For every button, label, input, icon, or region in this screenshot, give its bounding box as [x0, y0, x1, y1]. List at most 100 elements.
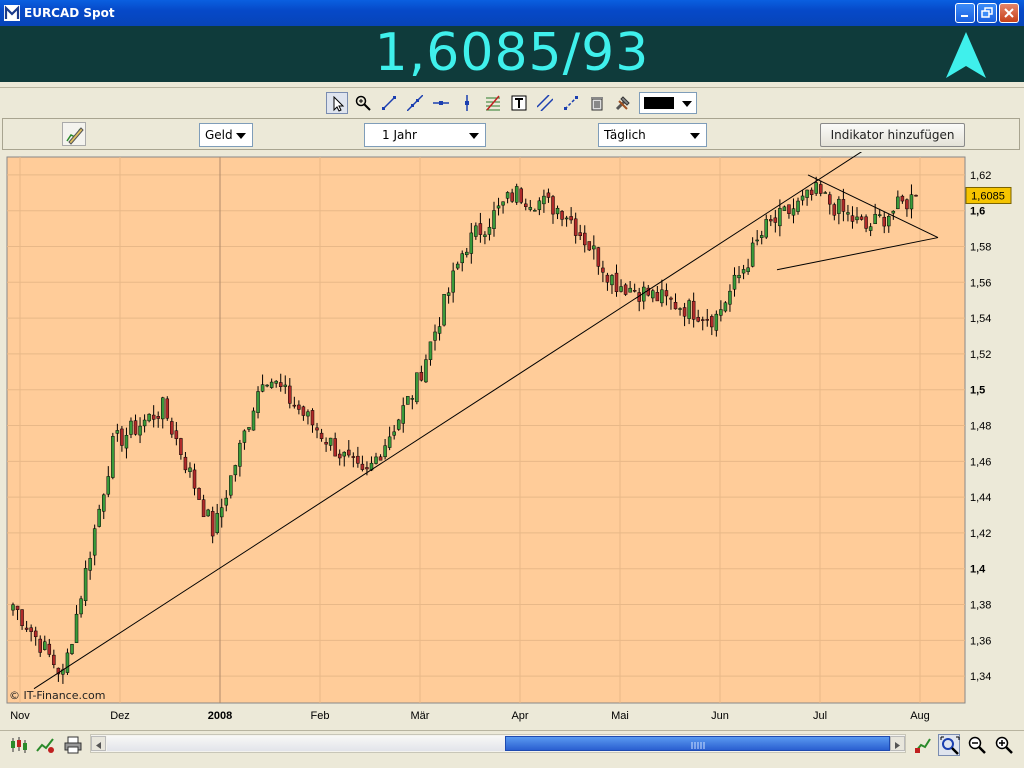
x-tick-label: 2008	[208, 710, 232, 722]
bottom-toolbar	[0, 730, 1024, 768]
candle-body	[433, 331, 437, 341]
candle-body	[891, 210, 896, 214]
horizontal-line-tool[interactable]	[430, 92, 452, 114]
candle-body	[800, 195, 805, 201]
candle-body	[469, 232, 474, 254]
chevron-down-icon	[469, 133, 479, 139]
cursor-tool[interactable]	[326, 92, 348, 114]
candle-body	[83, 568, 88, 601]
candle-body	[719, 309, 723, 316]
candle-body	[533, 210, 537, 212]
candle-body	[805, 189, 809, 198]
minimize-icon	[961, 15, 968, 17]
candle-body	[528, 207, 533, 210]
line-color-picker[interactable]	[639, 92, 697, 114]
candle-body	[524, 203, 528, 207]
interval-select[interactable]: Täglich	[598, 123, 707, 147]
properties-tool[interactable]	[612, 92, 634, 114]
print-button[interactable]	[62, 734, 84, 756]
ray-tool[interactable]	[560, 92, 582, 114]
candle-body	[596, 247, 601, 267]
candle-body	[315, 427, 319, 431]
candle-body	[882, 216, 886, 227]
candle-body	[492, 210, 496, 229]
candle-body	[664, 290, 669, 297]
scroll-thumb[interactable]	[505, 736, 890, 751]
time-scrollbar[interactable]	[90, 734, 906, 753]
candle-body	[496, 205, 501, 209]
restore-button[interactable]	[977, 3, 997, 23]
candle-body	[265, 384, 269, 387]
candle-body	[592, 245, 596, 250]
candle-body	[900, 195, 905, 202]
zoom-out-button[interactable]	[966, 734, 988, 756]
text-tool[interactable]	[508, 92, 530, 114]
scroll-track[interactable]	[107, 736, 505, 751]
zoom-tool[interactable]	[352, 92, 374, 114]
candle-body	[33, 630, 38, 638]
candle-body	[828, 194, 832, 205]
candle-body	[70, 644, 74, 654]
candle-body	[351, 456, 356, 458]
vertical-line-icon	[465, 95, 469, 111]
candle-body	[832, 204, 837, 216]
parallel-lines-icon	[537, 95, 553, 111]
period-select[interactable]: 1 Jahr	[364, 123, 486, 147]
candle-body	[564, 217, 569, 220]
delete-tool[interactable]	[586, 92, 608, 114]
zoom-out-icon	[968, 736, 986, 754]
zoom-fit-button[interactable]	[938, 734, 960, 756]
candle-body	[74, 613, 79, 643]
window-title: EURCAD Spot	[24, 6, 115, 20]
candle-body	[855, 216, 859, 221]
trendline-icon	[382, 96, 396, 110]
y-tick-label: 1,6	[970, 206, 985, 218]
settings-button[interactable]	[912, 734, 934, 756]
candle-body	[651, 290, 655, 299]
fibonacci-tool[interactable]	[482, 92, 504, 114]
ray-icon	[564, 96, 578, 110]
candle-body	[92, 528, 97, 556]
chart-settings-icon	[915, 738, 931, 753]
close-button[interactable]	[999, 3, 1019, 23]
price-chart[interactable]: 1,62 1,6 1,58 1,56 1,54 1,52 1,5 1,48 1,46 1,44 1,…	[0, 152, 1024, 730]
x-tick-label: Nov	[10, 710, 30, 722]
trendline-tool[interactable]	[378, 92, 400, 114]
candle-body	[102, 494, 106, 512]
candle-body	[710, 316, 714, 328]
candle-body	[868, 226, 873, 231]
candle-body	[837, 198, 841, 214]
vertical-line-tool[interactable]	[456, 92, 478, 114]
scroll-right-button[interactable]	[890, 736, 905, 751]
scroll-left-button[interactable]	[91, 736, 106, 751]
candle-body	[238, 442, 242, 467]
price-side-select[interactable]: Geld	[199, 123, 253, 147]
candle-body	[483, 234, 487, 237]
extended-line-tool[interactable]	[404, 92, 426, 114]
candle-body	[151, 414, 156, 420]
candle-body	[229, 475, 233, 496]
candle-body	[873, 213, 877, 224]
interval-value: Täglich	[604, 128, 646, 142]
draw-mode-button[interactable]	[62, 122, 86, 146]
candle-body	[809, 189, 814, 195]
chart-type-button[interactable]	[8, 734, 30, 756]
candle-body	[360, 463, 365, 470]
restore-icon	[981, 7, 993, 18]
candle-body	[147, 413, 151, 422]
add-indicator-button[interactable]: Indikator hinzufügen	[820, 123, 965, 147]
printer-icon	[64, 736, 82, 754]
candle-body	[242, 430, 247, 443]
indicator-button[interactable]	[34, 734, 56, 756]
candle-body	[841, 199, 846, 212]
candle-body	[111, 436, 115, 478]
chart-area[interactable]: 1,62 1,6 1,58 1,56 1,54 1,52 1,5 1,48 1,46 1,44 1,…	[0, 152, 1024, 730]
candle-body	[396, 419, 401, 430]
parallel-lines-tool[interactable]	[534, 92, 556, 114]
x-tick-label: Jun	[711, 710, 729, 722]
candle-body	[269, 381, 274, 388]
y-tick-label: 1,58	[970, 242, 991, 254]
zoom-in-button[interactable]	[993, 734, 1015, 756]
minimize-button[interactable]	[955, 3, 975, 23]
candle-body	[356, 455, 360, 464]
